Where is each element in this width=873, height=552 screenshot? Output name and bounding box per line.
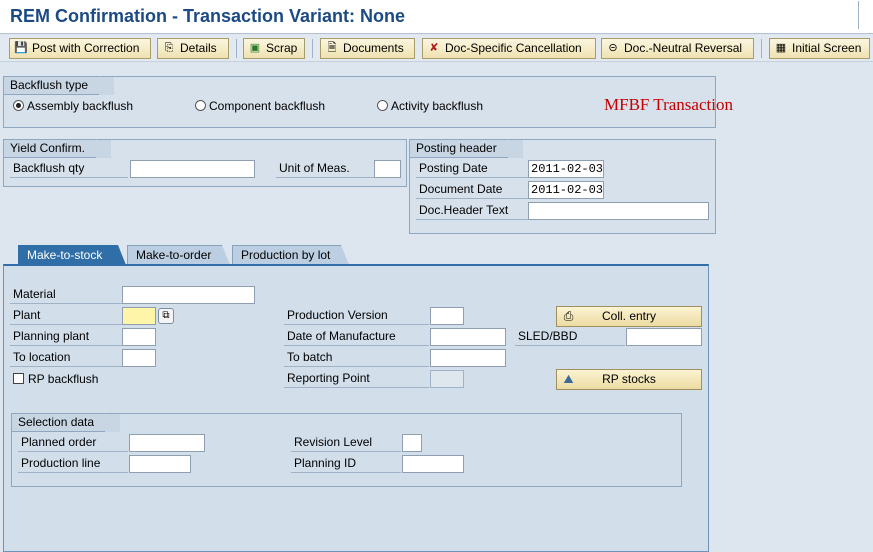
application-toolbar: 💾 Post with Correction ⎘ Details ▣ Scrap 🗎 D… (0, 35, 873, 62)
scrap-button[interactable]: ▣ Scrap (243, 38, 305, 59)
title-bar: REM Confirmation - Transaction Variant: … (0, 0, 873, 34)
plant-input[interactable] (122, 307, 156, 325)
production-version-input[interactable] (430, 307, 464, 325)
coll-entry-label: Coll. entry (601, 309, 657, 323)
doc-neutral-reversal-label: Doc.-Neutral Reversal (624, 41, 743, 55)
planning-id-label: Planning ID (291, 455, 401, 473)
details-button[interactable]: ⎘ Details (157, 38, 229, 59)
rp-backflush-checkbox[interactable] (13, 373, 24, 384)
rp-stocks-label: RP stocks (602, 372, 656, 386)
reversal-icon: ⊝ (608, 42, 618, 54)
posting-date-label: Posting Date (416, 160, 528, 178)
document-date-input[interactable]: 2011-02-03 (528, 181, 604, 199)
yield-confirm-title: Yield Confirm. (3, 139, 112, 158)
tab-make-to-order[interactable]: Make-to-order (127, 245, 230, 265)
document-date-label: Document Date (416, 181, 528, 199)
documents-icon: 🗎 (327, 42, 337, 54)
details-icon: ⎘ (164, 42, 174, 54)
printer-icon: ⎙ (563, 309, 574, 323)
date-of-manufacture-input[interactable] (430, 328, 506, 346)
post-with-correction-button[interactable]: 💾 Post with Correction (9, 38, 151, 59)
sled-bbd-input[interactable] (626, 328, 702, 346)
toolbar-separator (761, 39, 762, 58)
details-label: Details (180, 41, 217, 55)
plant-label: Plant (10, 307, 122, 325)
selection-data-title: Selection data (11, 413, 122, 432)
value-help-icon[interactable]: ⧉ (158, 308, 174, 324)
doc-specific-cancellation-button[interactable]: ✘ Doc-Specific Cancellation (422, 38, 596, 59)
doc-header-text-label: Doc.Header Text (416, 202, 528, 220)
production-version-label: Production Version (284, 307, 429, 325)
backflush-qty-input[interactable] (130, 160, 255, 178)
page-title: REM Confirmation - Transaction Variant: … (10, 6, 406, 26)
tab-make-to-stock[interactable]: Make-to-stock (18, 245, 126, 265)
initial-screen-label: Initial Screen (792, 41, 862, 55)
activity-backflush-radio[interactable] (377, 100, 388, 111)
to-location-input[interactable] (122, 349, 156, 367)
documents-button[interactable]: 🗎 Documents (320, 38, 415, 59)
material-label: Material (10, 286, 122, 304)
date-of-manufacture-label: Date of Manufacture (284, 328, 429, 346)
mfbf-annotation: MFBF Transaction (604, 95, 733, 114)
documents-label: Documents (343, 41, 404, 55)
yield-confirm-group: Yield Confirm. Backflush qty Unit of Mea… (3, 139, 407, 187)
tab-production-by-lot[interactable]: Production by lot (232, 245, 349, 265)
unit-of-measure-input[interactable] (374, 160, 401, 178)
toolbar-separator (312, 39, 313, 58)
revision-level-label: Revision Level (291, 434, 401, 452)
selection-data-group: Selection data Planned order Production … (11, 413, 682, 487)
posting-date-input[interactable]: 2011-02-03 (528, 160, 604, 178)
posting-header-title: Posting header (409, 139, 524, 158)
reporting-point-label: Reporting Point (284, 370, 429, 388)
cancel-doc-icon: ✘ (429, 42, 439, 54)
coll-entry-button[interactable]: ⎙ Coll. entry (556, 306, 702, 327)
scrap-label: Scrap (266, 41, 298, 55)
toolbar-separator (236, 39, 237, 58)
save-icon: 💾 (14, 42, 28, 54)
to-batch-label: To batch (284, 349, 429, 367)
initial-screen-button[interactable]: ▦ Initial Screen (769, 38, 870, 59)
doc-specific-cancellation-label: Doc-Specific Cancellation (445, 41, 582, 55)
make-to-stock-panel: Material Plant ⧉ Planning plant To locat… (3, 264, 709, 552)
post-with-correction-label: Post with Correction (32, 41, 140, 55)
backflush-qty-label: Backflush qty (10, 160, 128, 178)
initial-screen-icon: ▦ (775, 42, 787, 54)
reporting-point-input (430, 370, 464, 388)
assembly-backflush-radio[interactable] (13, 100, 24, 111)
rp-stocks-button[interactable]: ⛰ RP stocks (556, 369, 702, 390)
to-location-label: To location (10, 349, 122, 367)
rp-stocks-icon: ⛰ (563, 372, 574, 386)
assembly-backflush-label[interactable]: Assembly backflush (27, 99, 133, 113)
planning-plant-label: Planning plant (10, 328, 122, 346)
component-backflush-radio[interactable] (195, 100, 206, 111)
backflush-type-title: Backflush type (3, 76, 116, 95)
title-divider (858, 1, 859, 29)
material-input[interactable] (122, 286, 255, 304)
scrap-icon: ▣ (249, 42, 261, 54)
to-batch-input[interactable] (430, 349, 506, 367)
posting-header-group: Posting header Posting Date 2011-02-03 D… (409, 139, 716, 234)
component-backflush-label[interactable]: Component backflush (209, 99, 325, 113)
activity-backflush-label[interactable]: Activity backflush (391, 99, 483, 113)
revision-level-input[interactable] (402, 434, 422, 452)
production-line-label: Production line (18, 455, 128, 473)
unit-of-measure-label: Unit of Meas. (276, 160, 374, 178)
planning-plant-input[interactable] (122, 328, 156, 346)
doc-neutral-reversal-button[interactable]: ⊝ Doc.-Neutral Reversal (601, 38, 754, 59)
planned-order-input[interactable] (129, 434, 205, 452)
production-line-input[interactable] (129, 455, 191, 473)
sled-bbd-label: SLED/BBD (515, 328, 625, 346)
planned-order-label: Planned order (18, 434, 128, 452)
rp-backflush-label[interactable]: RP backflush (28, 372, 98, 386)
planning-id-input[interactable] (402, 455, 464, 473)
doc-header-text-input[interactable] (528, 202, 709, 220)
